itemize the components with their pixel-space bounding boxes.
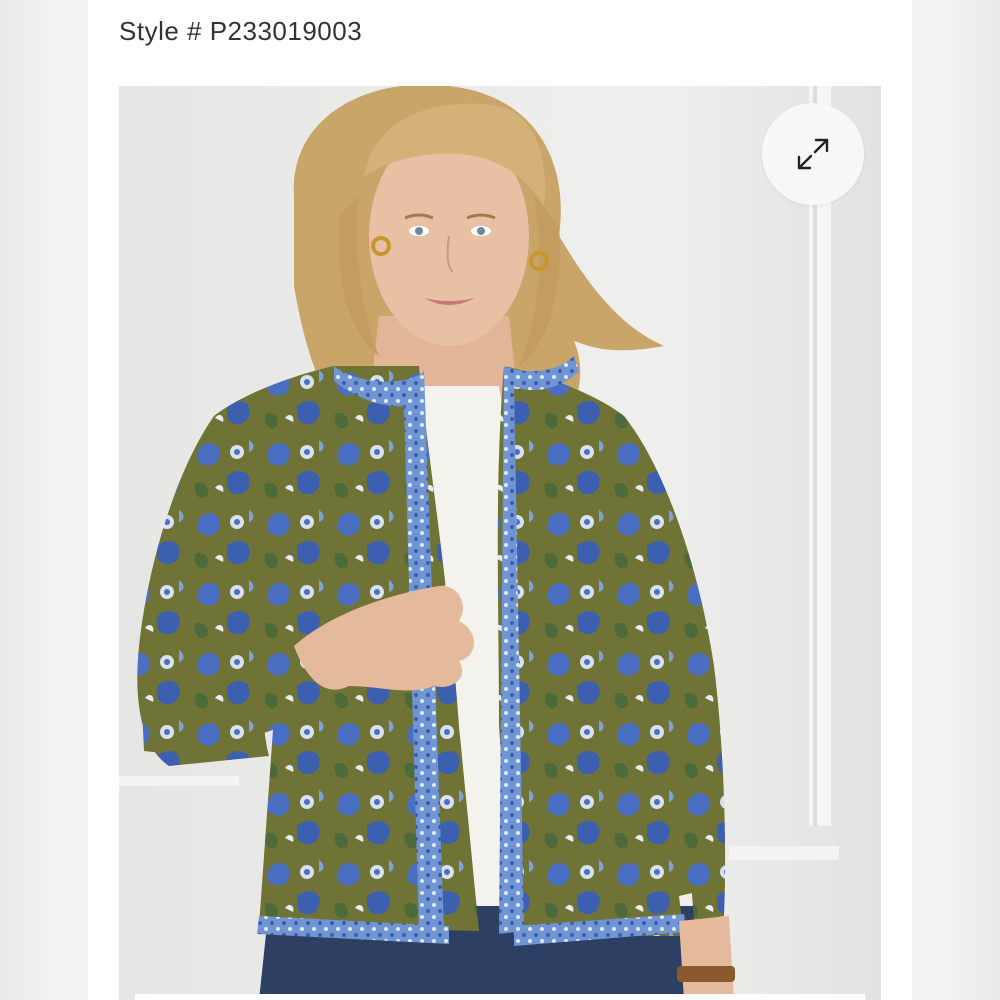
bottom-strip xyxy=(135,994,865,1000)
style-number: Style # P233019003 xyxy=(119,16,363,46)
product-photo xyxy=(119,86,881,1000)
expand-arrows-icon xyxy=(797,138,829,170)
product-image[interactable] xyxy=(119,86,881,1000)
expand-image-button[interactable] xyxy=(762,103,864,205)
page: Style # P233019003 xyxy=(0,0,1000,1000)
